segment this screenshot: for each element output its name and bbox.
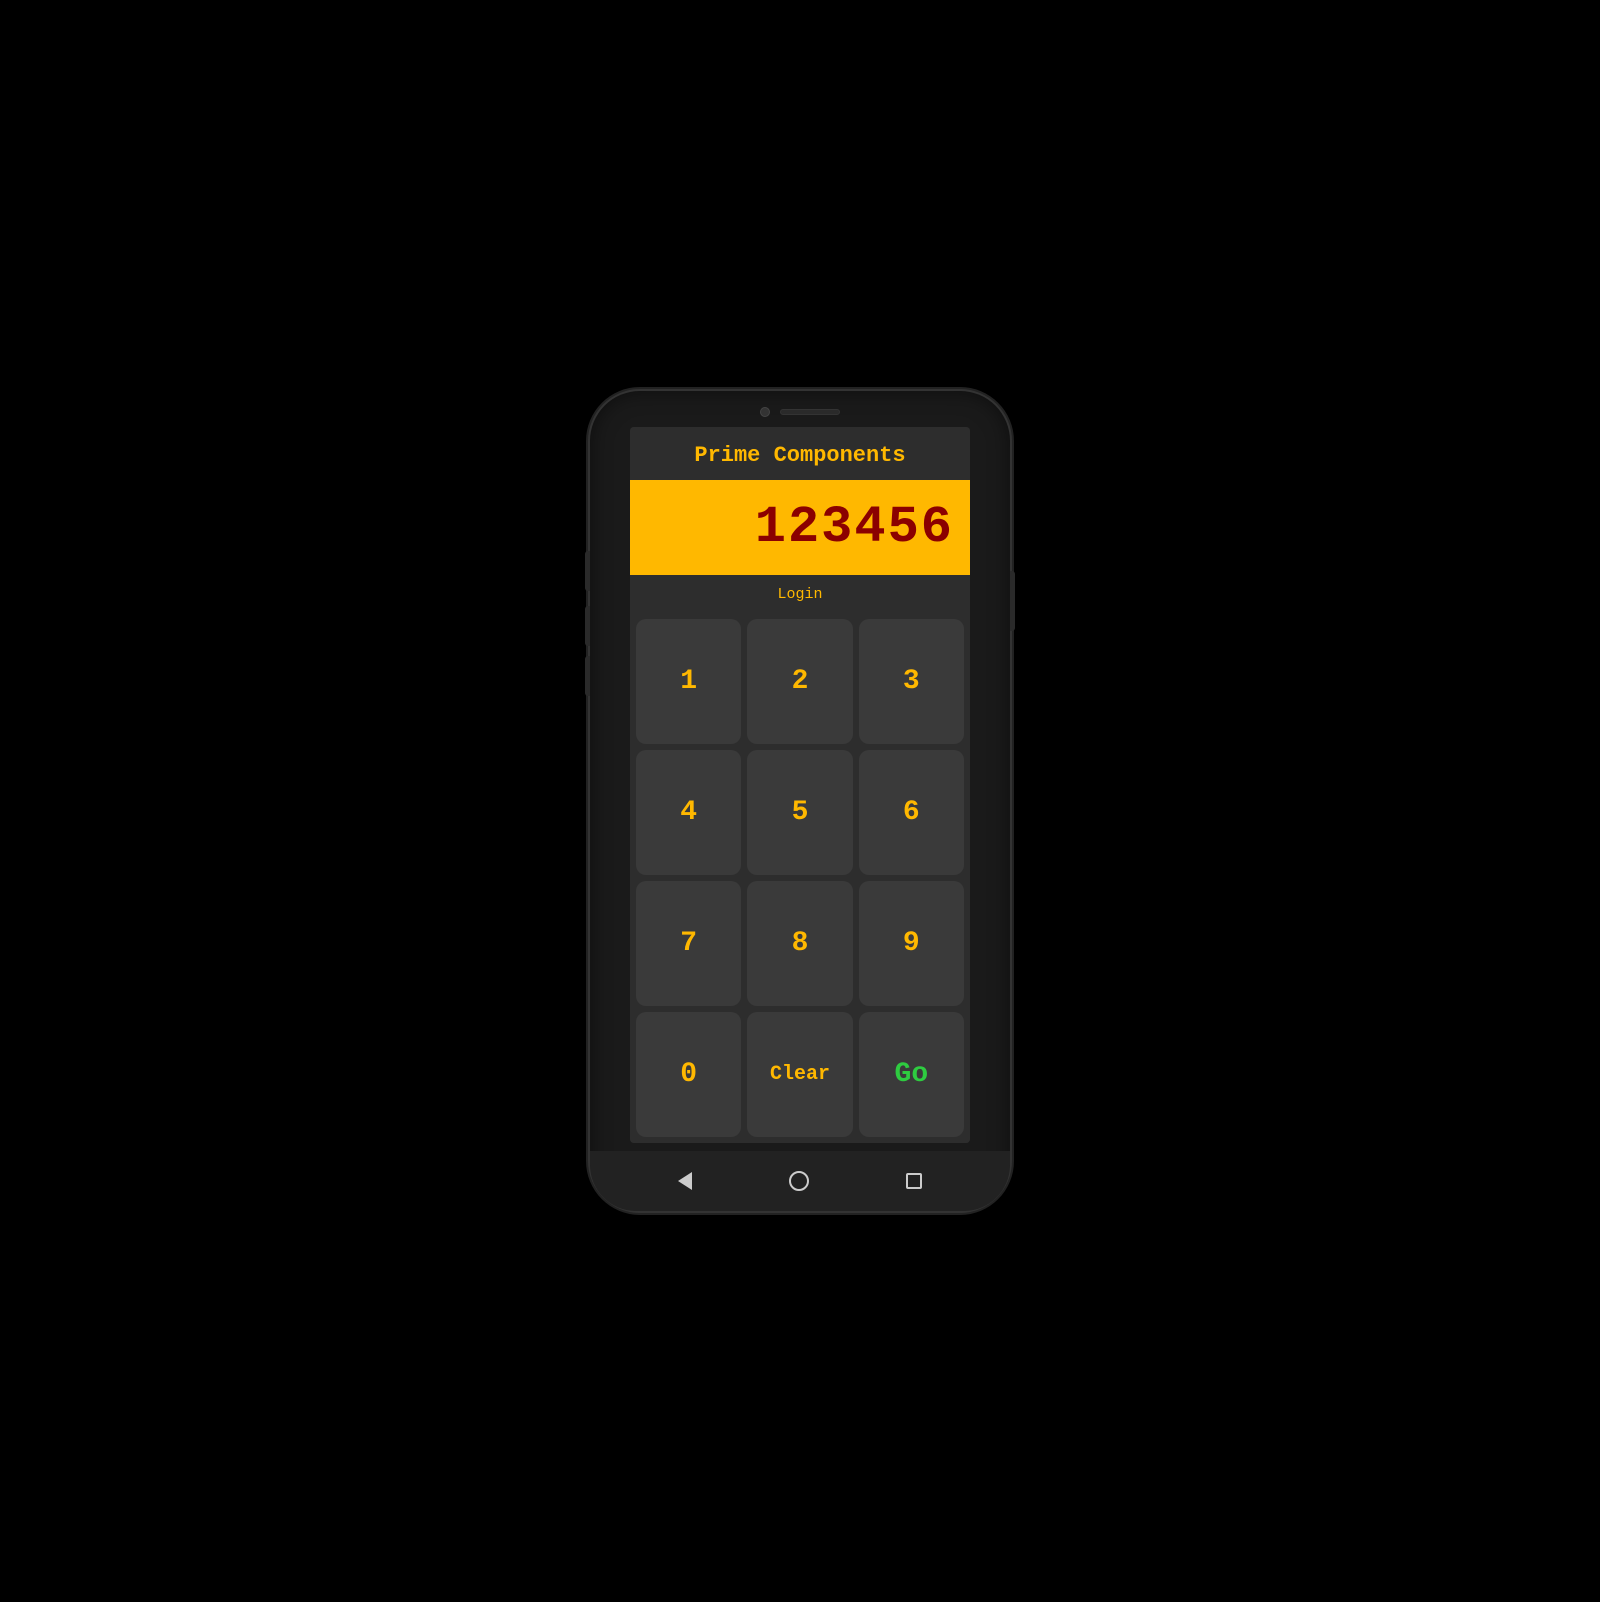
go-button[interactable]: Go <box>859 1012 964 1137</box>
key-4[interactable]: 4 <box>636 750 741 875</box>
phone-device: Prime Components 123456 Login 1 2 3 4 5 … <box>590 391 1010 1211</box>
key-7[interactable]: 7 <box>636 881 741 1006</box>
phone-top-bar <box>590 391 1010 427</box>
login-label: Login <box>777 586 822 603</box>
login-row: Login <box>630 575 970 613</box>
key-6[interactable]: 6 <box>859 750 964 875</box>
clear-button[interactable]: Clear <box>747 1012 852 1137</box>
key-8[interactable]: 8 <box>747 881 852 1006</box>
key-3[interactable]: 3 <box>859 619 964 744</box>
key-9[interactable]: 9 <box>859 881 964 1006</box>
screen-wrapper: Prime Components 123456 Login 1 2 3 4 5 … <box>590 427 1010 1151</box>
home-icon[interactable] <box>789 1171 809 1191</box>
camera-area <box>760 407 840 417</box>
camera-dot <box>760 407 770 417</box>
display-value: 123456 <box>646 498 954 557</box>
speaker-bar <box>780 409 840 415</box>
app-title: Prime Components <box>630 427 970 480</box>
recents-icon[interactable] <box>906 1173 922 1189</box>
key-2[interactable]: 2 <box>747 619 852 744</box>
key-5[interactable]: 5 <box>747 750 852 875</box>
display-area: 123456 <box>630 480 970 575</box>
key-0[interactable]: 0 <box>636 1012 741 1137</box>
key-1[interactable]: 1 <box>636 619 741 744</box>
phone-bottom-bar <box>590 1151 1010 1211</box>
app-screen: Prime Components 123456 Login 1 2 3 4 5 … <box>630 427 970 1143</box>
back-icon[interactable] <box>678 1172 692 1190</box>
keypad: 1 2 3 4 5 6 7 8 9 0 Clear Go <box>630 613 970 1143</box>
